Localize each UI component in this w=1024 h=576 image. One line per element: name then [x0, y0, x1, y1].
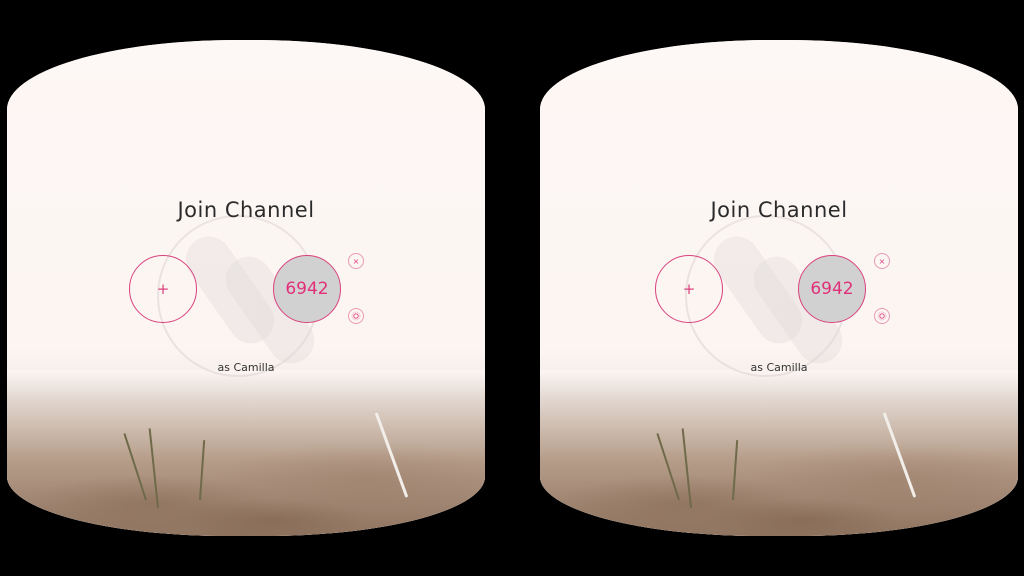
settings-gear-icon: [877, 311, 887, 321]
add-channel-button[interactable]: +: [129, 255, 197, 323]
grass-blade: [199, 440, 206, 501]
right-eye-view: Join Channel + 6942 × as Camilla: [540, 40, 1018, 536]
channel-code: 6942: [810, 279, 854, 299]
add-channel-button[interactable]: +: [655, 255, 723, 323]
settings-button[interactable]: [874, 308, 890, 324]
grass-blade: [123, 433, 147, 501]
settings-gear-icon: [351, 311, 361, 321]
page-title: Join Channel: [710, 198, 848, 222]
user-label: as Camilla: [750, 361, 808, 374]
desert-ground: [7, 370, 485, 536]
grass-blade: [148, 428, 159, 509]
close-button[interactable]: ×: [348, 253, 364, 269]
left-eye-view: Join Channel + 6942 × as Camilla: [7, 40, 485, 536]
channel-code-button[interactable]: 6942: [273, 255, 341, 323]
close-icon: ×: [352, 256, 360, 266]
desert-ground: [540, 370, 1018, 536]
laser-pointer: [374, 412, 409, 498]
grass-blade: [681, 428, 692, 509]
user-label: as Camilla: [217, 361, 275, 374]
page-title: Join Channel: [177, 198, 315, 222]
channel-code: 6942: [285, 279, 329, 299]
close-icon: ×: [878, 256, 886, 266]
grass-blade: [732, 440, 739, 501]
plus-icon: +: [682, 280, 696, 298]
settings-button[interactable]: [348, 308, 364, 324]
laser-pointer: [882, 412, 917, 498]
plus-icon: +: [156, 280, 170, 298]
close-button[interactable]: ×: [874, 253, 890, 269]
channel-code-button[interactable]: 6942: [798, 255, 866, 323]
grass-blade: [656, 433, 680, 501]
